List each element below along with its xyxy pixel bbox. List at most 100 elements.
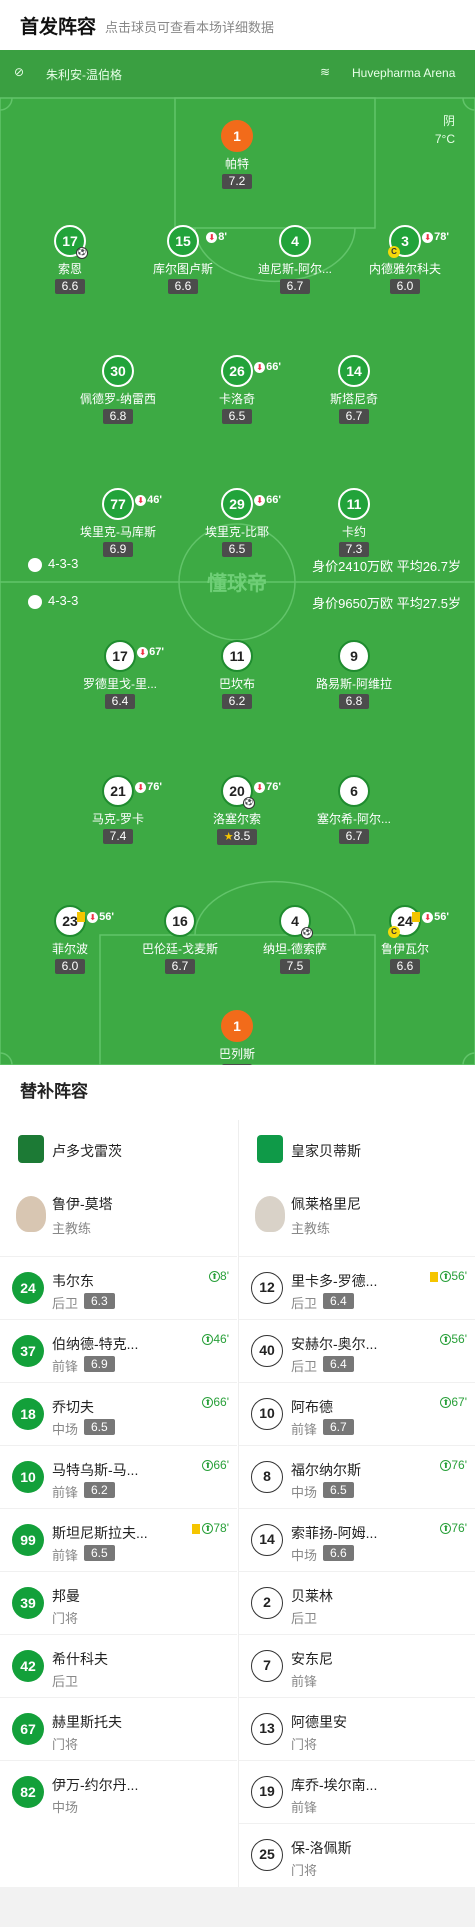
sub-on-icon: ⬆	[440, 1334, 452, 1346]
sub-player-row[interactable]: 10 马特乌斯-马... 前锋 6.2 ⬆ 66'	[0, 1445, 237, 1508]
sub-number: 24	[12, 1272, 44, 1304]
home-coach[interactable]: 佩莱格里尼 主教练	[239, 1178, 475, 1256]
rating-value: 6.7	[345, 409, 363, 423]
player-name: 卡洛奇	[218, 392, 255, 406]
sub-player-row[interactable]: 12 里卡多-罗德... 后卫 6.4 ⬆ 56'	[239, 1256, 475, 1319]
sub-number: 2	[251, 1587, 283, 1619]
player-card[interactable]: 14 斯塔尼奇 6.7	[294, 355, 414, 425]
sub-player-row[interactable]: 42 希什科夫 后卫	[0, 1634, 237, 1697]
sub-player-row[interactable]: 82 伊万-约尔丹... 中场	[0, 1760, 237, 1823]
sub-rating: 6.6	[323, 1545, 354, 1561]
betis-logo-icon	[257, 1135, 283, 1163]
page-footer	[0, 1887, 475, 1927]
sub-on-icon: ⬆	[440, 1271, 452, 1283]
sub-position: 中场	[291, 1548, 318, 1563]
rating-value: 6.6	[61, 279, 79, 293]
away-subs-column: 卢多戈雷茨 鲁伊-莫塔 主教练 24 韦尔东 后卫 6.3 ⬆ 8' 37 伯纳德-特克...…	[0, 1120, 237, 1823]
weather-text: 阴	[442, 114, 455, 128]
sub-player-row[interactable]: 8 福尔纳尔斯 中场 6.5 ⬆ 76'	[239, 1445, 475, 1508]
home-sub-list: 12 里卡多-罗德... 后卫 6.4 ⬆ 56' 40 安赫尔-奥尔... 后卫 6.4 ⬆ 56'…	[239, 1256, 475, 1886]
sub-number: 37	[12, 1335, 44, 1367]
sub-off-badge: ⬇ 8'	[206, 223, 227, 251]
player-card[interactable]: 3 ⬇ 78' C 内德雅尔科夫 6.0	[345, 225, 465, 295]
rating-value: 7.5	[286, 959, 304, 973]
player-card[interactable]: 21 ⬇ 76' 马克-罗卡 7.4	[58, 775, 178, 845]
sub-off-badge: ⬇ 66'	[254, 486, 281, 514]
player-card[interactable]: 24 ⬇ 56' C 鲁伊瓦尔 6.6	[345, 905, 465, 975]
captain-icon: C	[388, 246, 400, 258]
player-card[interactable]: 20 ⬇ 76' ⚽ 洛塞尔索 ★8.5	[177, 775, 297, 845]
stadium-name: Huvepharma Arena	[352, 66, 456, 80]
sub-name: 伯纳德-特克...	[52, 1336, 139, 1352]
sub-name: 保-洛佩斯	[291, 1840, 352, 1856]
player-card[interactable]: 16 巴伦廷-戈麦斯 6.7	[120, 905, 240, 975]
sub-player-row[interactable]: 10 阿布德 前锋 6.7 ⬆ 67'	[239, 1382, 475, 1445]
sub-position: 后卫	[291, 1296, 318, 1311]
player-card[interactable]: 1 帕特 7.2	[177, 120, 297, 190]
player-card[interactable]: 4 迪尼斯-阿尔... 6.7	[235, 225, 355, 295]
betis-logo-icon	[28, 595, 42, 609]
sub-on-icon: ⬆	[440, 1523, 452, 1535]
player-card[interactable]: 30 佩德罗-纳雷西 6.8	[58, 355, 178, 425]
player-rating: 6.4	[104, 694, 136, 709]
sub-player-row[interactable]: 37 伯纳德-特克... 前锋 6.9 ⬆ 46'	[0, 1319, 237, 1382]
player-card[interactable]: 11 卡约 7.3	[294, 488, 414, 558]
sub-player-row[interactable]: 67 赫里斯托夫 门将	[0, 1697, 237, 1760]
sub-player-row[interactable]: 39 邦曼 门将	[0, 1571, 237, 1634]
player-card[interactable]: 15 ⬇ 8' 库尔图卢斯 6.6	[123, 225, 243, 295]
home-value: 身价9650万欧 平均27.5岁	[312, 596, 461, 611]
coach-avatar	[16, 1196, 46, 1232]
player-card[interactable]: 23 ⬇ 56' 菲尔波 6.0	[10, 905, 130, 975]
player-number: 17 ⬇ 67'	[104, 640, 164, 672]
player-name: 卡约	[341, 525, 366, 539]
sub-player-row[interactable]: 7 安东尼 前锋	[239, 1634, 475, 1697]
rating-value: 6.7	[345, 829, 363, 843]
player-card[interactable]: 17 ⚽ 索恩 6.6	[10, 225, 130, 295]
player-card[interactable]: 1巴列斯6.6	[177, 1010, 297, 1065]
sub-player-row[interactable]: 24 韦尔东 后卫 6.3 ⬆ 8'	[0, 1256, 237, 1319]
player-name: 迪尼斯-阿尔...	[258, 262, 332, 276]
sub-on-icon: ⬆	[202, 1460, 214, 1472]
sub-player-row[interactable]: 14 索菲扬-阿姆... 中场 6.6 ⬆ 76'	[239, 1508, 475, 1571]
sub-player-row[interactable]: 99 斯坦尼斯拉夫... 前锋 6.5 ⬆ 78'	[0, 1508, 237, 1571]
sub-position: 门将	[291, 1737, 318, 1752]
player-card[interactable]: 29 ⬇ 66' 埃里克-比耶 6.5	[177, 488, 297, 558]
sub-player-row[interactable]: 40 安赫尔-奥尔... 后卫 6.4 ⬆ 56'	[239, 1319, 475, 1382]
player-number: 16	[164, 905, 196, 937]
player-card[interactable]: 4 ⚽ 纳坦-德索萨 7.5	[235, 905, 355, 975]
player-card[interactable]: 77 ⬇ 46' 埃里克-马库斯 6.9	[58, 488, 178, 558]
sub-off-icon: ⬇	[422, 231, 434, 243]
player-name: 帕特	[224, 157, 249, 171]
referee-name: 朱利安-温伯格	[46, 68, 122, 82]
away-coach[interactable]: 鲁伊-莫塔 主教练	[0, 1178, 237, 1256]
home-team-row[interactable]: 皇家贝蒂斯	[239, 1120, 475, 1178]
sub-player-row[interactable]: 2 贝莱林 后卫	[239, 1571, 475, 1634]
sub-off-icon: ⬇	[135, 494, 147, 506]
temperature: 7°C	[434, 132, 455, 146]
sub-rating: 6.4	[323, 1356, 354, 1372]
player-number: 29 ⬇ 66'	[221, 488, 281, 520]
player-card[interactable]: 9 路易斯-阿维拉 6.8	[294, 640, 414, 710]
sub-name: 索菲扬-阿姆...	[291, 1525, 378, 1541]
sub-position: 前锋	[52, 1485, 79, 1500]
rating-value: 6.2	[228, 694, 246, 708]
sub-player-row[interactable]: 25 保-洛佩斯 门将	[239, 1823, 475, 1886]
sub-number: 39	[12, 1587, 44, 1619]
player-card[interactable]: 6 塞尔希-阿尔... 6.7	[294, 775, 414, 845]
away-team-row[interactable]: 卢多戈雷茨	[0, 1120, 237, 1178]
mvp-star-icon: ★	[223, 831, 234, 843]
player-card[interactable]: 26 ⬇ 66' 卡洛奇 6.5	[177, 355, 297, 425]
sub-player-row[interactable]: 18 乔切夫 中场 6.5 ⬆ 66'	[0, 1382, 237, 1445]
sub-player-row[interactable]: 19 库乔-埃尔南... 前锋	[239, 1760, 475, 1823]
sub-off-icon: ⬇	[254, 494, 266, 506]
player-rating: 6.7	[338, 409, 370, 424]
player-number: 11	[338, 488, 370, 520]
sub-off-icon: ⬇	[87, 911, 99, 923]
sub-number: 25	[251, 1839, 283, 1871]
player-number: 1	[221, 1010, 253, 1042]
player-card[interactable]: 17 ⬇ 67' 罗德里戈-里... 6.4	[60, 640, 180, 710]
away-formation: 4-3-3	[48, 556, 79, 571]
player-card[interactable]: 11 巴坎布 6.2	[177, 640, 297, 710]
sub-position: 门将	[52, 1737, 79, 1752]
sub-player-row[interactable]: 13 阿德里安 门将	[239, 1697, 475, 1760]
